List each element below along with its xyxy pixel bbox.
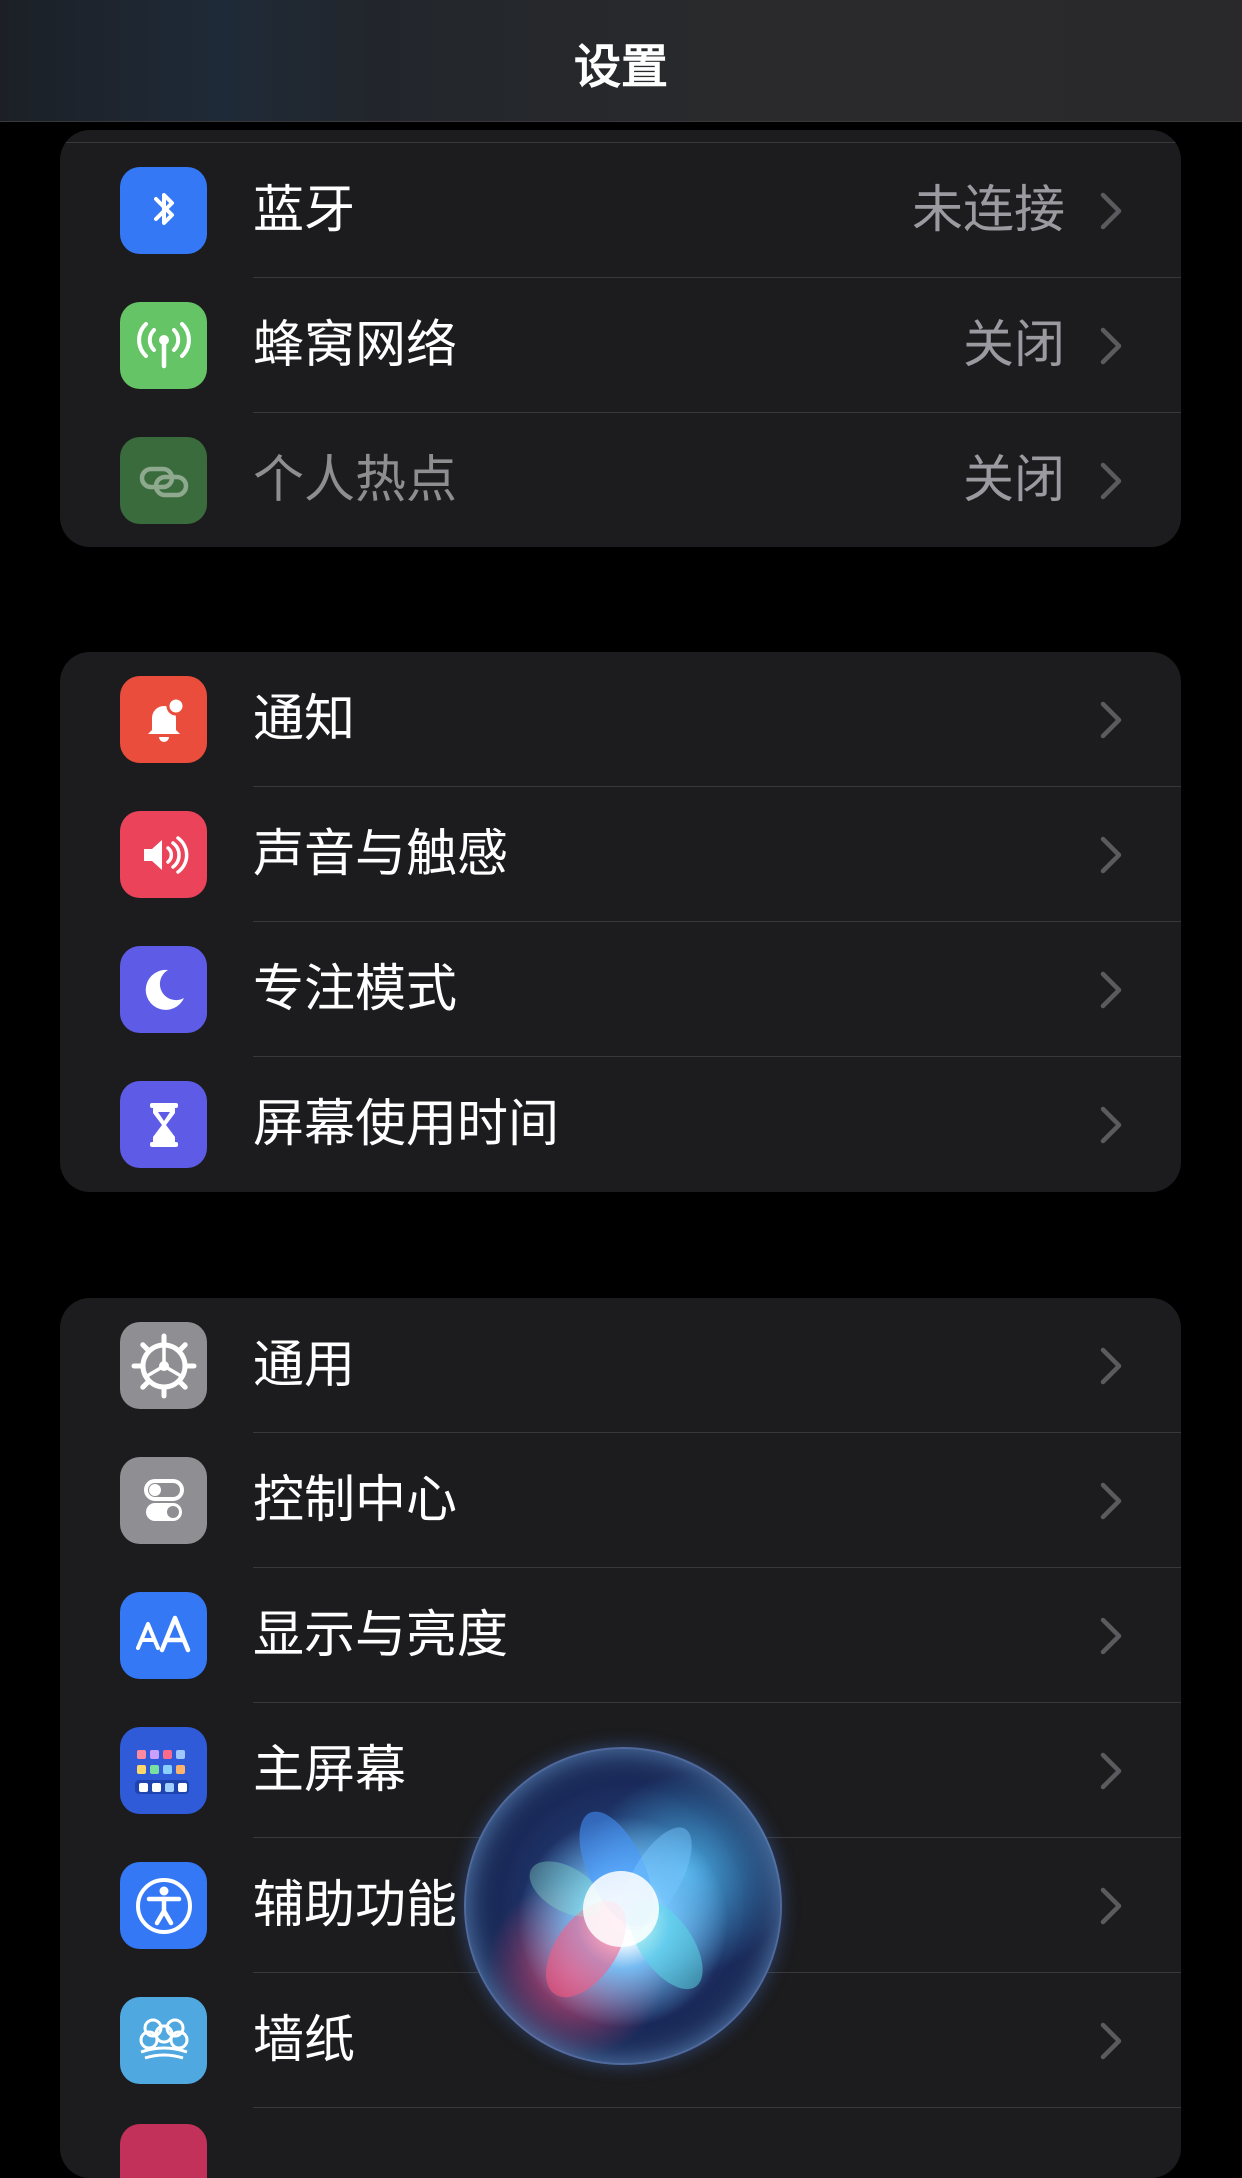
settings-row-focus[interactable]: 专注模式 — [60, 922, 1181, 1057]
settings-row-label: 蓝牙 — [253, 181, 356, 240]
accessibility-icon — [120, 1862, 207, 1949]
settings-row-label: 通用 — [253, 1336, 356, 1395]
hotspot-icon — [120, 437, 207, 524]
home-screen-grid-icon — [120, 1727, 207, 1814]
chevron-right-icon — [1100, 1482, 1122, 1520]
settings-group-connectivity: 蓝牙 未连接 蜂窝网络 关闭 个人热点 关闭 — [60, 130, 1181, 547]
settings-row-value: 关闭 — [962, 316, 1065, 375]
chevron-right-icon — [1100, 327, 1122, 365]
moon-icon — [120, 946, 207, 1033]
settings-row-label: 蜂窝网络 — [253, 316, 458, 375]
chevron-right-icon — [1100, 1617, 1122, 1655]
settings-group-notifications: 通知 声音与触感 专注模式 屏幕使用时间 — [60, 652, 1181, 1192]
group-top-divider — [60, 130, 1181, 143]
chevron-right-icon — [1100, 1347, 1122, 1385]
settings-row-label: 个人热点 — [253, 451, 458, 510]
settings-row-label: 显示与亮度 — [253, 1606, 509, 1665]
settings-row-display-brightness[interactable]: 显示与亮度 — [60, 1568, 1181, 1703]
chevron-right-icon — [1100, 971, 1122, 1009]
settings-row-personal-hotspot[interactable]: 个人热点 关闭 — [60, 413, 1181, 547]
settings-row-bluetooth[interactable]: 蓝牙 未连接 — [60, 143, 1181, 278]
chevron-right-icon — [1100, 2022, 1122, 2060]
chevron-right-icon — [1100, 1752, 1122, 1790]
chevron-right-icon — [1100, 192, 1122, 230]
settings-row-control-center[interactable]: 控制中心 — [60, 1433, 1181, 1568]
settings-row-sounds-haptics[interactable]: 声音与触感 — [60, 787, 1181, 922]
settings-row-value: 未连接 — [911, 181, 1065, 240]
settings-row-label: 主屏幕 — [253, 1741, 407, 1800]
chevron-right-icon — [1100, 1106, 1122, 1144]
settings-row-notifications[interactable]: 通知 — [60, 652, 1181, 787]
hourglass-icon — [120, 1081, 207, 1168]
settings-row-value: 关闭 — [962, 451, 1065, 510]
bluetooth-icon — [120, 167, 207, 254]
chevron-right-icon — [1100, 1887, 1122, 1925]
text-size-icon — [120, 1592, 207, 1679]
navigation-bar: 设置 — [0, 0, 1242, 122]
settings-row-partial[interactable] — [60, 2108, 1181, 2178]
wallpaper-flower-icon — [120, 1997, 207, 2084]
settings-row-label: 辅助功能 — [253, 1876, 458, 1935]
settings-row-label: 墙纸 — [253, 2011, 356, 2070]
notification-bell-icon — [120, 676, 207, 763]
toggles-icon — [120, 1457, 207, 1544]
settings-row-label: 专注模式 — [253, 960, 458, 1019]
gear-icon — [120, 1322, 207, 1409]
siri-orb-icon[interactable] — [464, 1747, 782, 2065]
settings-row-cellular[interactable]: 蜂窝网络 关闭 — [60, 278, 1181, 413]
settings-row-label: 屏幕使用时间 — [253, 1095, 560, 1154]
partial-app-icon — [120, 2124, 207, 2178]
chevron-right-icon — [1100, 462, 1122, 500]
settings-row-label: 控制中心 — [253, 1471, 458, 1530]
settings-row-label: 通知 — [253, 690, 356, 749]
speaker-icon — [120, 811, 207, 898]
cellular-icon — [120, 302, 207, 389]
chevron-right-icon — [1100, 836, 1122, 874]
settings-row-general[interactable]: 通用 — [60, 1298, 1181, 1433]
page-title: 设置 — [574, 40, 668, 95]
settings-row-screen-time[interactable]: 屏幕使用时间 — [60, 1057, 1181, 1192]
chevron-right-icon — [1100, 701, 1122, 739]
settings-row-label: 声音与触感 — [253, 825, 509, 884]
